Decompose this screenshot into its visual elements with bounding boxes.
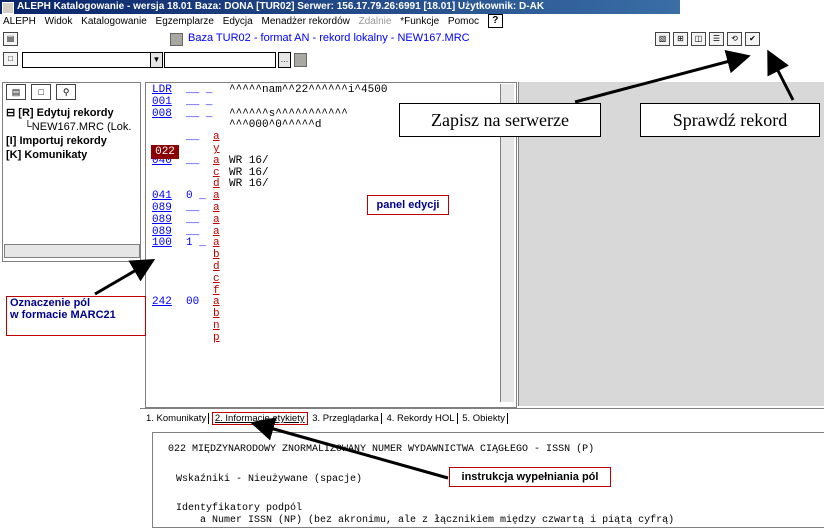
- arrow-check-record: [767, 49, 795, 101]
- annotation-arrows: [94, 49, 795, 480]
- arrow-marc-fields: [94, 258, 156, 296]
- arrow-instruction: [250, 417, 449, 480]
- arrow-save-server: [574, 50, 751, 104]
